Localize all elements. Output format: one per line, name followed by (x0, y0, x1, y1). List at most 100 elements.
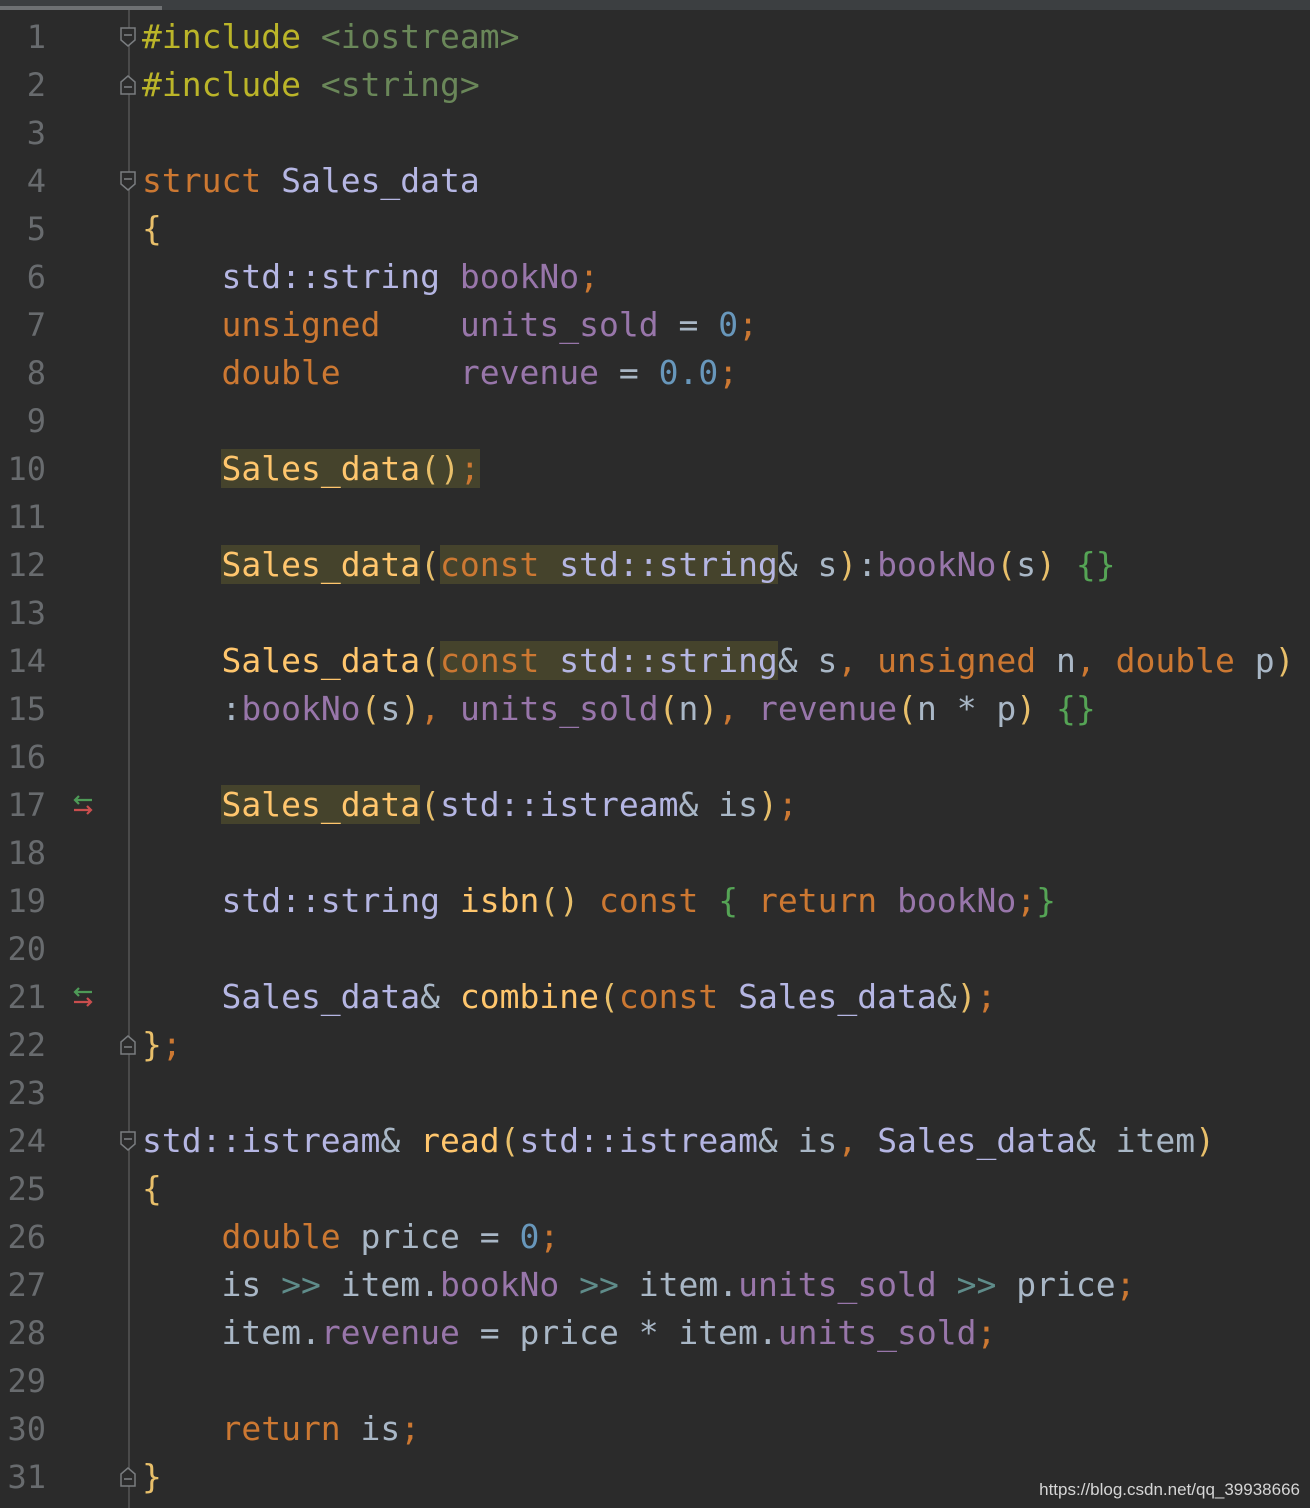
code-text[interactable]: Sales_data(); (142, 445, 480, 493)
line-number[interactable]: 12 (0, 541, 46, 589)
code-token: , (1075, 641, 1116, 680)
code-line[interactable]: 1 #include <iostream> (0, 13, 1310, 61)
code-editor[interactable]: 1 #include <iostream> 2 #include <string> 3 4… (0, 0, 1310, 1508)
code-line[interactable]: 16 (0, 733, 1310, 781)
code-line[interactable]: 4 struct Sales_data (0, 157, 1310, 205)
line-number[interactable]: 6 (0, 253, 46, 301)
code-line[interactable]: 25 { (0, 1165, 1310, 1213)
fold-close-icon[interactable] (119, 73, 137, 97)
code-line[interactable]: 26 double price = 0; (0, 1213, 1310, 1261)
line-number[interactable]: 9 (0, 397, 46, 445)
code-line[interactable]: 27 is >> item.bookNo >> item.units_sold … (0, 1261, 1310, 1309)
code-token: ; (459, 449, 480, 488)
code-line[interactable]: 18 (0, 829, 1310, 877)
code-text[interactable]: is >> item.bookNo >> item.units_sold >> … (142, 1261, 1135, 1309)
code-line[interactable]: 29 (0, 1357, 1310, 1405)
line-number[interactable]: 10 (0, 445, 46, 493)
code-text[interactable]: std::string bookNo; (142, 253, 599, 301)
code-text[interactable]: struct Sales_data (142, 157, 480, 205)
code-line[interactable]: 21 Sales_data& combine(const Sales_data&… (0, 973, 1310, 1021)
code-line[interactable]: 9 (0, 397, 1310, 445)
code-token: const (440, 641, 540, 680)
code-line[interactable]: 12 Sales_data(const std::string& s):book… (0, 541, 1310, 589)
line-number[interactable]: 25 (0, 1165, 46, 1213)
code-text[interactable]: { (142, 205, 162, 253)
line-number[interactable]: 19 (0, 877, 46, 925)
line-number[interactable]: 16 (0, 733, 46, 781)
code-line[interactable]: 10 Sales_data(); (0, 445, 1310, 493)
fold-open-icon[interactable] (119, 1129, 137, 1153)
code-text[interactable]: unsigned units_sold = 0; (142, 301, 757, 349)
code-text[interactable]: }; (142, 1021, 182, 1069)
code-line[interactable]: 11 (0, 493, 1310, 541)
code-line[interactable]: 19 std::string isbn() const { return boo… (0, 877, 1310, 925)
code-line[interactable]: 20 (0, 925, 1310, 973)
code-text[interactable]: Sales_data(const std::string& s, unsigne… (142, 637, 1294, 685)
code-line[interactable]: 15 :bookNo(s), units_sold(n), revenue(n … (0, 685, 1310, 733)
code-line[interactable]: 28 item.revenue = price * item.units_sol… (0, 1309, 1310, 1357)
code-text[interactable]: } (142, 1453, 162, 1501)
fold-close-icon[interactable] (119, 1033, 137, 1057)
code-text[interactable]: double price = 0; (142, 1213, 559, 1261)
line-number[interactable]: 17 (0, 781, 46, 829)
code-line[interactable]: 23 (0, 1069, 1310, 1117)
code-text[interactable]: #include <iostream> (142, 13, 520, 61)
active-tab-indicator[interactable] (0, 6, 162, 10)
code-line[interactable]: 13 (0, 589, 1310, 637)
code-text[interactable]: return is; (142, 1405, 420, 1453)
code-text[interactable]: Sales_data(std::istream& is); (142, 781, 798, 829)
fold-open-icon[interactable] (119, 169, 137, 193)
code-text[interactable]: { (142, 1165, 162, 1213)
line-number[interactable]: 29 (0, 1357, 46, 1405)
code-text[interactable]: std::istream& read(std::istream& is, Sal… (142, 1117, 1215, 1165)
fold-open-icon[interactable] (119, 25, 137, 49)
code-text[interactable]: item.revenue = price * item.units_sold; (142, 1309, 996, 1357)
line-number[interactable]: 31 (0, 1453, 46, 1501)
line-number[interactable]: 26 (0, 1213, 46, 1261)
code-line[interactable]: 3 (0, 109, 1310, 157)
code-text[interactable]: Sales_data(const std::string& s):bookNo(… (142, 541, 1116, 589)
line-number[interactable]: 18 (0, 829, 46, 877)
code-line[interactable]: 6 std::string bookNo; (0, 253, 1310, 301)
code-text[interactable]: Sales_data& combine(const Sales_data&); (142, 973, 996, 1021)
code-line[interactable]: 22}; (0, 1021, 1310, 1069)
line-number[interactable]: 24 (0, 1117, 46, 1165)
code-text[interactable]: double revenue = 0.0; (142, 349, 738, 397)
code-text[interactable]: :bookNo(s), units_sold(n), revenue(n * p… (142, 685, 1095, 733)
code-token: bookNo (459, 257, 580, 296)
implementation-arrows-icon[interactable] (70, 985, 96, 1009)
code-line[interactable]: 8 double revenue = 0.0; (0, 349, 1310, 397)
code-text[interactable]: #include <string> (142, 61, 480, 109)
line-number[interactable]: 20 (0, 925, 46, 973)
line-number[interactable]: 2 (0, 61, 46, 109)
code-token: & (380, 1121, 421, 1160)
code-line[interactable]: 2 #include <string> (0, 61, 1310, 109)
fold-close-icon[interactable] (119, 1465, 137, 1489)
line-number[interactable]: 8 (0, 349, 46, 397)
code-line[interactable]: 5{ (0, 205, 1310, 253)
line-number[interactable]: 7 (0, 301, 46, 349)
line-number[interactable]: 11 (0, 493, 46, 541)
code-line[interactable]: 7 unsigned units_sold = 0; (0, 301, 1310, 349)
line-number[interactable]: 23 (0, 1069, 46, 1117)
code-token: ( (658, 689, 679, 728)
line-number[interactable]: 5 (0, 205, 46, 253)
line-number[interactable]: 1 (0, 13, 46, 61)
line-number[interactable]: 4 (0, 157, 46, 205)
code-line[interactable]: 30 return is; (0, 1405, 1310, 1453)
line-number[interactable]: 3 (0, 109, 46, 157)
code-line[interactable]: 17 Sales_data(std::istream& is); (0, 781, 1310, 829)
line-number[interactable]: 27 (0, 1261, 46, 1309)
line-number[interactable]: 13 (0, 589, 46, 637)
implementation-arrows-icon[interactable] (70, 793, 96, 817)
line-number[interactable]: 15 (0, 685, 46, 733)
line-number[interactable]: 28 (0, 1309, 46, 1357)
code-line[interactable]: 24 std::istream& read(std::istream& is, S… (0, 1117, 1310, 1165)
line-number[interactable]: 14 (0, 637, 46, 685)
line-number[interactable]: 30 (0, 1405, 46, 1453)
line-number[interactable]: 21 (0, 973, 46, 1021)
line-number[interactable]: 22 (0, 1021, 46, 1069)
code-line[interactable]: 14 Sales_data(const std::string& s, unsi… (0, 637, 1310, 685)
code-text[interactable]: std::string isbn() const { return bookNo… (142, 877, 1056, 925)
code-token: ( (996, 545, 1017, 584)
